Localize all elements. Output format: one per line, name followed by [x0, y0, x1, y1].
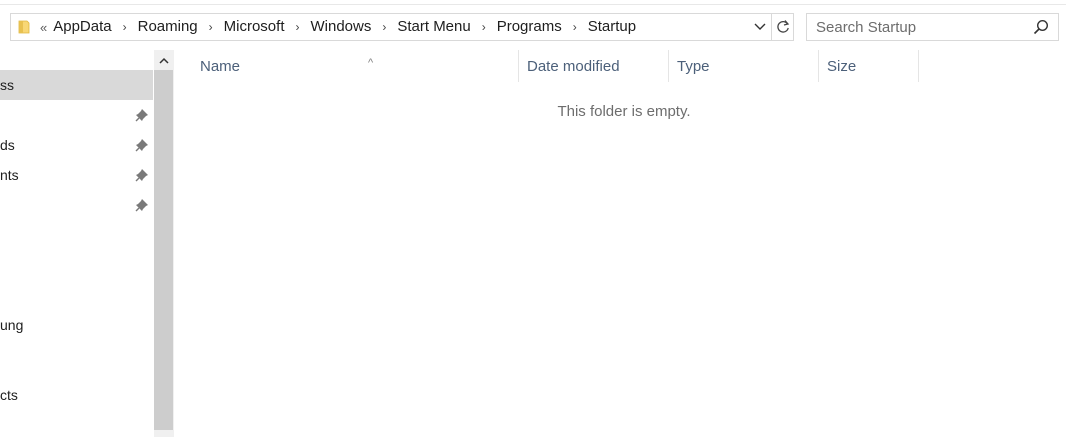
- address-overflow-chevron[interactable]: «: [40, 20, 47, 35]
- breadcrumb-appdata[interactable]: AppData: [50, 14, 114, 40]
- breadcrumb-microsoft[interactable]: Microsoft: [221, 14, 288, 40]
- chevron-up-icon: [159, 57, 169, 64]
- nav-item-folder-ung[interactable]: ung: [0, 310, 153, 340]
- nav-item-label: ung: [0, 317, 24, 333]
- search-icon[interactable]: [1033, 19, 1049, 35]
- breadcrumb-roaming[interactable]: Roaming: [135, 14, 201, 40]
- folder-icon: [14, 14, 34, 40]
- nav-item-label: nts: [0, 167, 19, 183]
- breadcrumb-chevron-icon[interactable]: ›: [474, 20, 494, 34]
- nav-pane-scrollbar[interactable]: [154, 50, 174, 437]
- nav-item-folder-cts[interactable]: cts: [0, 380, 153, 410]
- navigation-pane: ss ds nts ung cts: [0, 50, 154, 437]
- nav-item-label: cts: [0, 387, 18, 403]
- pin-icon[interactable]: [135, 108, 149, 122]
- column-header-type-label: Type: [677, 58, 710, 75]
- address-history-dropdown[interactable]: [749, 13, 771, 41]
- chevron-down-icon: [754, 23, 766, 30]
- nav-item-pinned-1[interactable]: [0, 100, 153, 130]
- pin-icon[interactable]: [135, 168, 149, 182]
- column-header-date-label: Date modified: [527, 58, 620, 75]
- column-header-name-label: Name: [200, 58, 241, 75]
- breadcrumb-chevron-icon[interactable]: ›: [287, 20, 307, 34]
- breadcrumb-startup[interactable]: Startup: [585, 14, 639, 40]
- scroll-up-button[interactable]: [154, 50, 174, 70]
- search-input[interactable]: [807, 14, 1027, 40]
- nav-item-pinned-4[interactable]: [0, 190, 153, 220]
- refresh-icon: [776, 20, 789, 33]
- breadcrumb: AppData › Roaming › Microsoft › Windows …: [50, 14, 639, 40]
- breadcrumb-programs[interactable]: Programs: [494, 14, 565, 40]
- breadcrumb-windows[interactable]: Windows: [307, 14, 374, 40]
- empty-folder-message: This folder is empty.: [557, 103, 691, 120]
- pin-icon[interactable]: [135, 138, 149, 152]
- column-header-name[interactable]: Name ^: [192, 50, 519, 82]
- breadcrumb-chevron-icon[interactable]: ›: [565, 20, 585, 34]
- search-box[interactable]: [806, 13, 1059, 41]
- breadcrumb-start-menu[interactable]: Start Menu: [394, 14, 473, 40]
- sort-ascending-icon: ^: [368, 57, 374, 69]
- file-list-pane[interactable]: Name ^ Date modified Type Size This fold…: [174, 50, 1066, 437]
- refresh-button[interactable]: [772, 13, 794, 41]
- breadcrumb-chevron-icon[interactable]: ›: [374, 20, 394, 34]
- pin-icon[interactable]: [135, 198, 149, 212]
- column-header-type[interactable]: Type: [669, 50, 819, 82]
- column-header-size[interactable]: Size: [819, 50, 919, 82]
- scroll-thumb[interactable]: [154, 70, 173, 430]
- column-header-size-label: Size: [827, 58, 857, 75]
- address-bar[interactable]: « AppData › Roaming › Microsoft › Window…: [10, 13, 772, 41]
- breadcrumb-chevron-icon[interactable]: ›: [201, 20, 221, 34]
- nav-item-label: ss: [0, 77, 14, 93]
- nav-item-documents[interactable]: nts: [0, 160, 153, 190]
- column-header-date-modified[interactable]: Date modified: [519, 50, 669, 82]
- nav-item-downloads[interactable]: ds: [0, 130, 153, 160]
- top-divider: [0, 4, 1066, 5]
- nav-item-quick-access[interactable]: ss: [0, 70, 153, 100]
- breadcrumb-chevron-icon[interactable]: ›: [115, 20, 135, 34]
- nav-item-label: ds: [0, 137, 15, 153]
